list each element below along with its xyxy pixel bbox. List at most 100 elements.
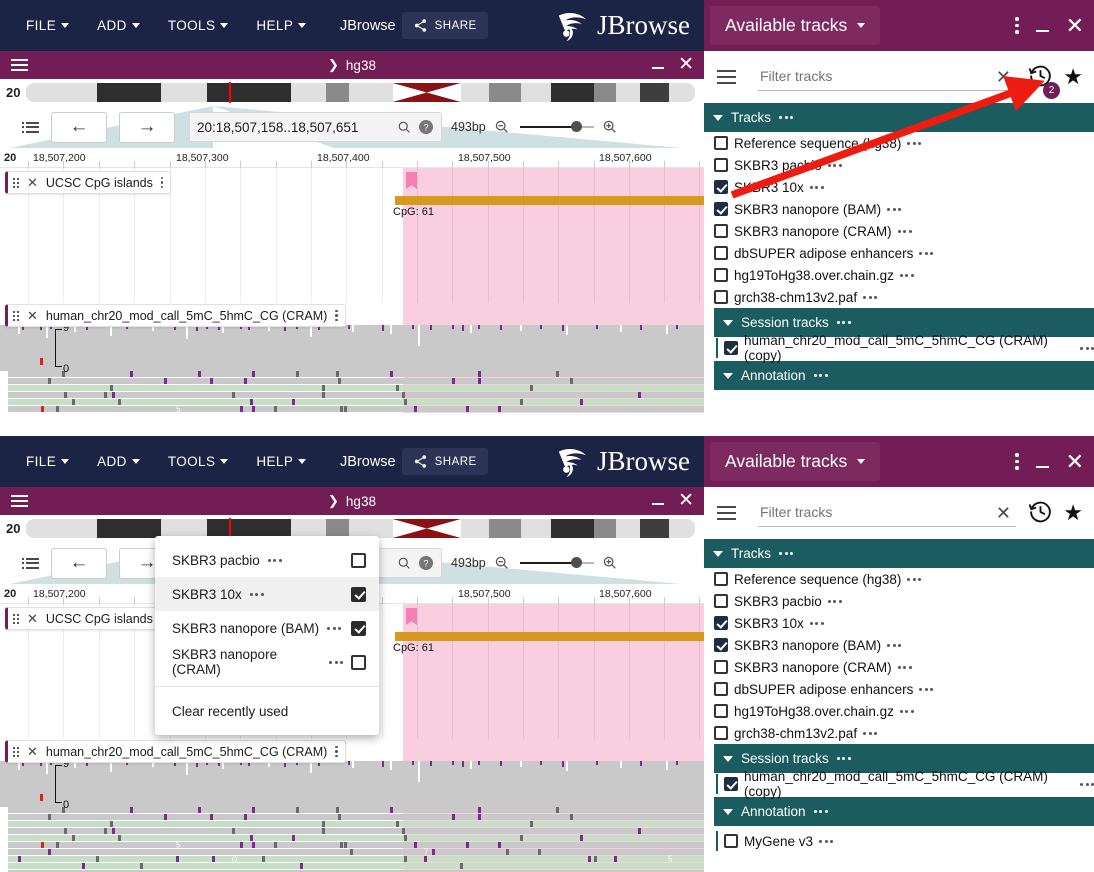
track-checkbox[interactable] — [724, 341, 738, 355]
zoom-slider-knob[interactable] — [570, 557, 582, 568]
track-checkbox[interactable] — [714, 290, 728, 304]
track-checkbox[interactable] — [724, 834, 738, 848]
list-item[interactable]: SKBR3 10x — [704, 176, 1094, 198]
track-menu-icon[interactable] — [919, 687, 934, 691]
chevron-right-icon[interactable]: ❯ — [328, 57, 339, 73]
zoom-out-icon[interactable] — [494, 555, 510, 571]
track-menu-icon[interactable] — [919, 251, 934, 255]
pan-left-button[interactable]: ← — [51, 111, 107, 143]
minimize-icon[interactable] — [652, 67, 665, 69]
track-menu-icon[interactable] — [897, 665, 912, 669]
drag-handle-icon[interactable] — [13, 746, 19, 757]
menu-file[interactable]: FILE — [20, 450, 75, 473]
menu-help[interactable]: HELP — [250, 14, 312, 37]
read-pileup-bottom[interactable]: 5 7 () 5 — [0, 807, 704, 872]
minimize-icon[interactable] — [1035, 29, 1049, 32]
widget-menu-icon[interactable] — [1015, 453, 1019, 470]
track-checkbox[interactable] — [714, 246, 728, 260]
widget-title-dropdown[interactable]: Available tracks — [710, 6, 881, 45]
list-item[interactable]: MyGene v3 — [704, 830, 1094, 852]
close-icon[interactable]: ✕ — [1066, 450, 1084, 472]
minimize-icon[interactable] — [1035, 465, 1049, 468]
list-item[interactable]: human_chr20_mod_call_5mC_5hmC_CG (CRAM) … — [704, 769, 1094, 799]
list-item[interactable]: SKBR3 pacbio — [704, 590, 1094, 612]
section-header-tracks-bottom[interactable]: Tracks — [704, 539, 1094, 568]
menu-add[interactable]: ADD — [91, 450, 146, 473]
track-label-methylation-cram[interactable]: ✕ human_chr20_mod_call_5mC_5hmC_CG (CRAM… — [5, 304, 346, 327]
menu-add[interactable]: ADD — [91, 14, 146, 37]
track-menu-icon[interactable] — [907, 577, 922, 581]
menu-help[interactable]: HELP — [250, 450, 312, 473]
section-menu-icon[interactable] — [813, 374, 828, 377]
track-menu-icon[interactable] — [899, 709, 914, 713]
recent-menu-item[interactable]: SKBR3 pacbio — [155, 543, 379, 577]
list-item[interactable]: dbSUPER adipose enhancers — [704, 242, 1094, 264]
clear-recently-used-item[interactable]: Clear recently used — [155, 694, 379, 728]
cpg-island-feature[interactable] — [395, 196, 704, 205]
track-menu-icon[interactable] — [907, 141, 922, 145]
track-menu-icon[interactable] — [887, 643, 902, 647]
share-button[interactable]: SHARE — [401, 448, 488, 475]
recently-used-menu[interactable]: SKBR3 pacbio SKBR3 10x SKBR3 nanopore (BAM… — [155, 536, 379, 735]
pan-left-button[interactable]: ← — [51, 547, 107, 579]
menu-file[interactable]: FILE — [20, 14, 75, 37]
widget-title-dropdown[interactable]: Available tracks — [710, 442, 881, 481]
clear-filter-icon[interactable]: ✕ — [996, 503, 1011, 524]
track-label-ucsc-cpg-islands[interactable]: ✕ UCSC CpG islands — [5, 171, 172, 194]
zoom-slider-knob[interactable] — [570, 121, 582, 132]
track-checkbox[interactable] — [714, 268, 728, 282]
help-icon[interactable]: ? — [418, 555, 434, 571]
list-item[interactable]: Reference sequence (hg38) — [704, 568, 1094, 590]
track-menu-icon[interactable] — [827, 599, 842, 603]
track-menu-icon[interactable] — [897, 229, 912, 233]
track-checkbox[interactable] — [714, 638, 728, 652]
track-label-ucsc-cpg-islands[interactable]: ✕ UCSC CpG islands — [5, 607, 172, 630]
track-checkbox[interactable] — [714, 726, 728, 740]
track-menu-icon[interactable] — [809, 621, 824, 625]
track-menu-icon[interactable] — [267, 558, 282, 562]
section-header-annotation-top[interactable]: Annotation — [714, 361, 1094, 390]
coverage-plot-bottom[interactable]: 9 0 — [0, 758, 704, 811]
track-menu-icon[interactable] — [863, 295, 878, 299]
track-menu-icon[interactable] — [887, 207, 902, 211]
location-input[interactable]: 20:18,507,158..18,507,651 ? — [189, 112, 442, 142]
list-item[interactable]: dbSUPER adipose enhancers — [704, 678, 1094, 700]
zoom-slider[interactable] — [519, 555, 594, 571]
track-label-methylation-cram[interactable]: ✕ human_chr20_mod_call_5mC_5hmC_CG (CRAM… — [5, 740, 346, 763]
track-menu-icon[interactable] — [249, 592, 264, 596]
pan-right-button[interactable]: → — [119, 111, 175, 143]
list-item[interactable]: hg19ToHg38.over.chain.gz — [704, 700, 1094, 722]
section-menu-icon[interactable] — [836, 757, 851, 760]
track-checkbox[interactable] — [714, 660, 728, 674]
track-menu-icon[interactable] — [327, 626, 342, 630]
help-icon[interactable]: ? — [418, 119, 434, 135]
widget-menu-icon[interactable] — [1015, 17, 1019, 34]
close-icon[interactable]: ✕ — [678, 55, 694, 74]
track-checkbox[interactable] — [714, 158, 728, 172]
track-menu-icon[interactable] — [827, 163, 842, 167]
close-icon[interactable]: ✕ — [27, 744, 38, 760]
close-icon[interactable]: ✕ — [678, 491, 694, 510]
track-checkbox[interactable] — [714, 704, 728, 718]
drag-handle-icon[interactable] — [13, 177, 19, 188]
search-icon[interactable] — [397, 556, 412, 571]
track-checkbox[interactable] — [714, 594, 728, 608]
recent-item-checkbox[interactable] — [351, 586, 366, 602]
track-checkbox[interactable] — [714, 180, 728, 194]
ideogram[interactable] — [26, 82, 695, 103]
close-icon[interactable]: ✕ — [27, 308, 38, 324]
track-selector-icon[interactable] — [21, 121, 39, 133]
track-checkbox[interactable] — [714, 572, 728, 586]
list-item[interactable]: SKBR3 nanopore (BAM) — [704, 198, 1094, 220]
search-icon[interactable] — [397, 120, 412, 135]
drag-handle-icon[interactable] — [13, 613, 19, 624]
track-menu-icon[interactable] — [335, 745, 338, 758]
list-item[interactable]: human_chr20_mod_call_5mC_5hmC_CG (CRAM) … — [704, 333, 1094, 363]
recent-item-checkbox[interactable] — [351, 620, 366, 636]
section-menu-icon[interactable] — [813, 810, 828, 813]
track-menu-icon[interactable] — [819, 839, 834, 843]
track-menu-icon[interactable] — [899, 273, 914, 277]
filter-tracks-input[interactable] — [758, 499, 1016, 527]
track-menu-icon[interactable] — [1080, 782, 1094, 786]
section-menu-icon[interactable] — [779, 552, 793, 555]
